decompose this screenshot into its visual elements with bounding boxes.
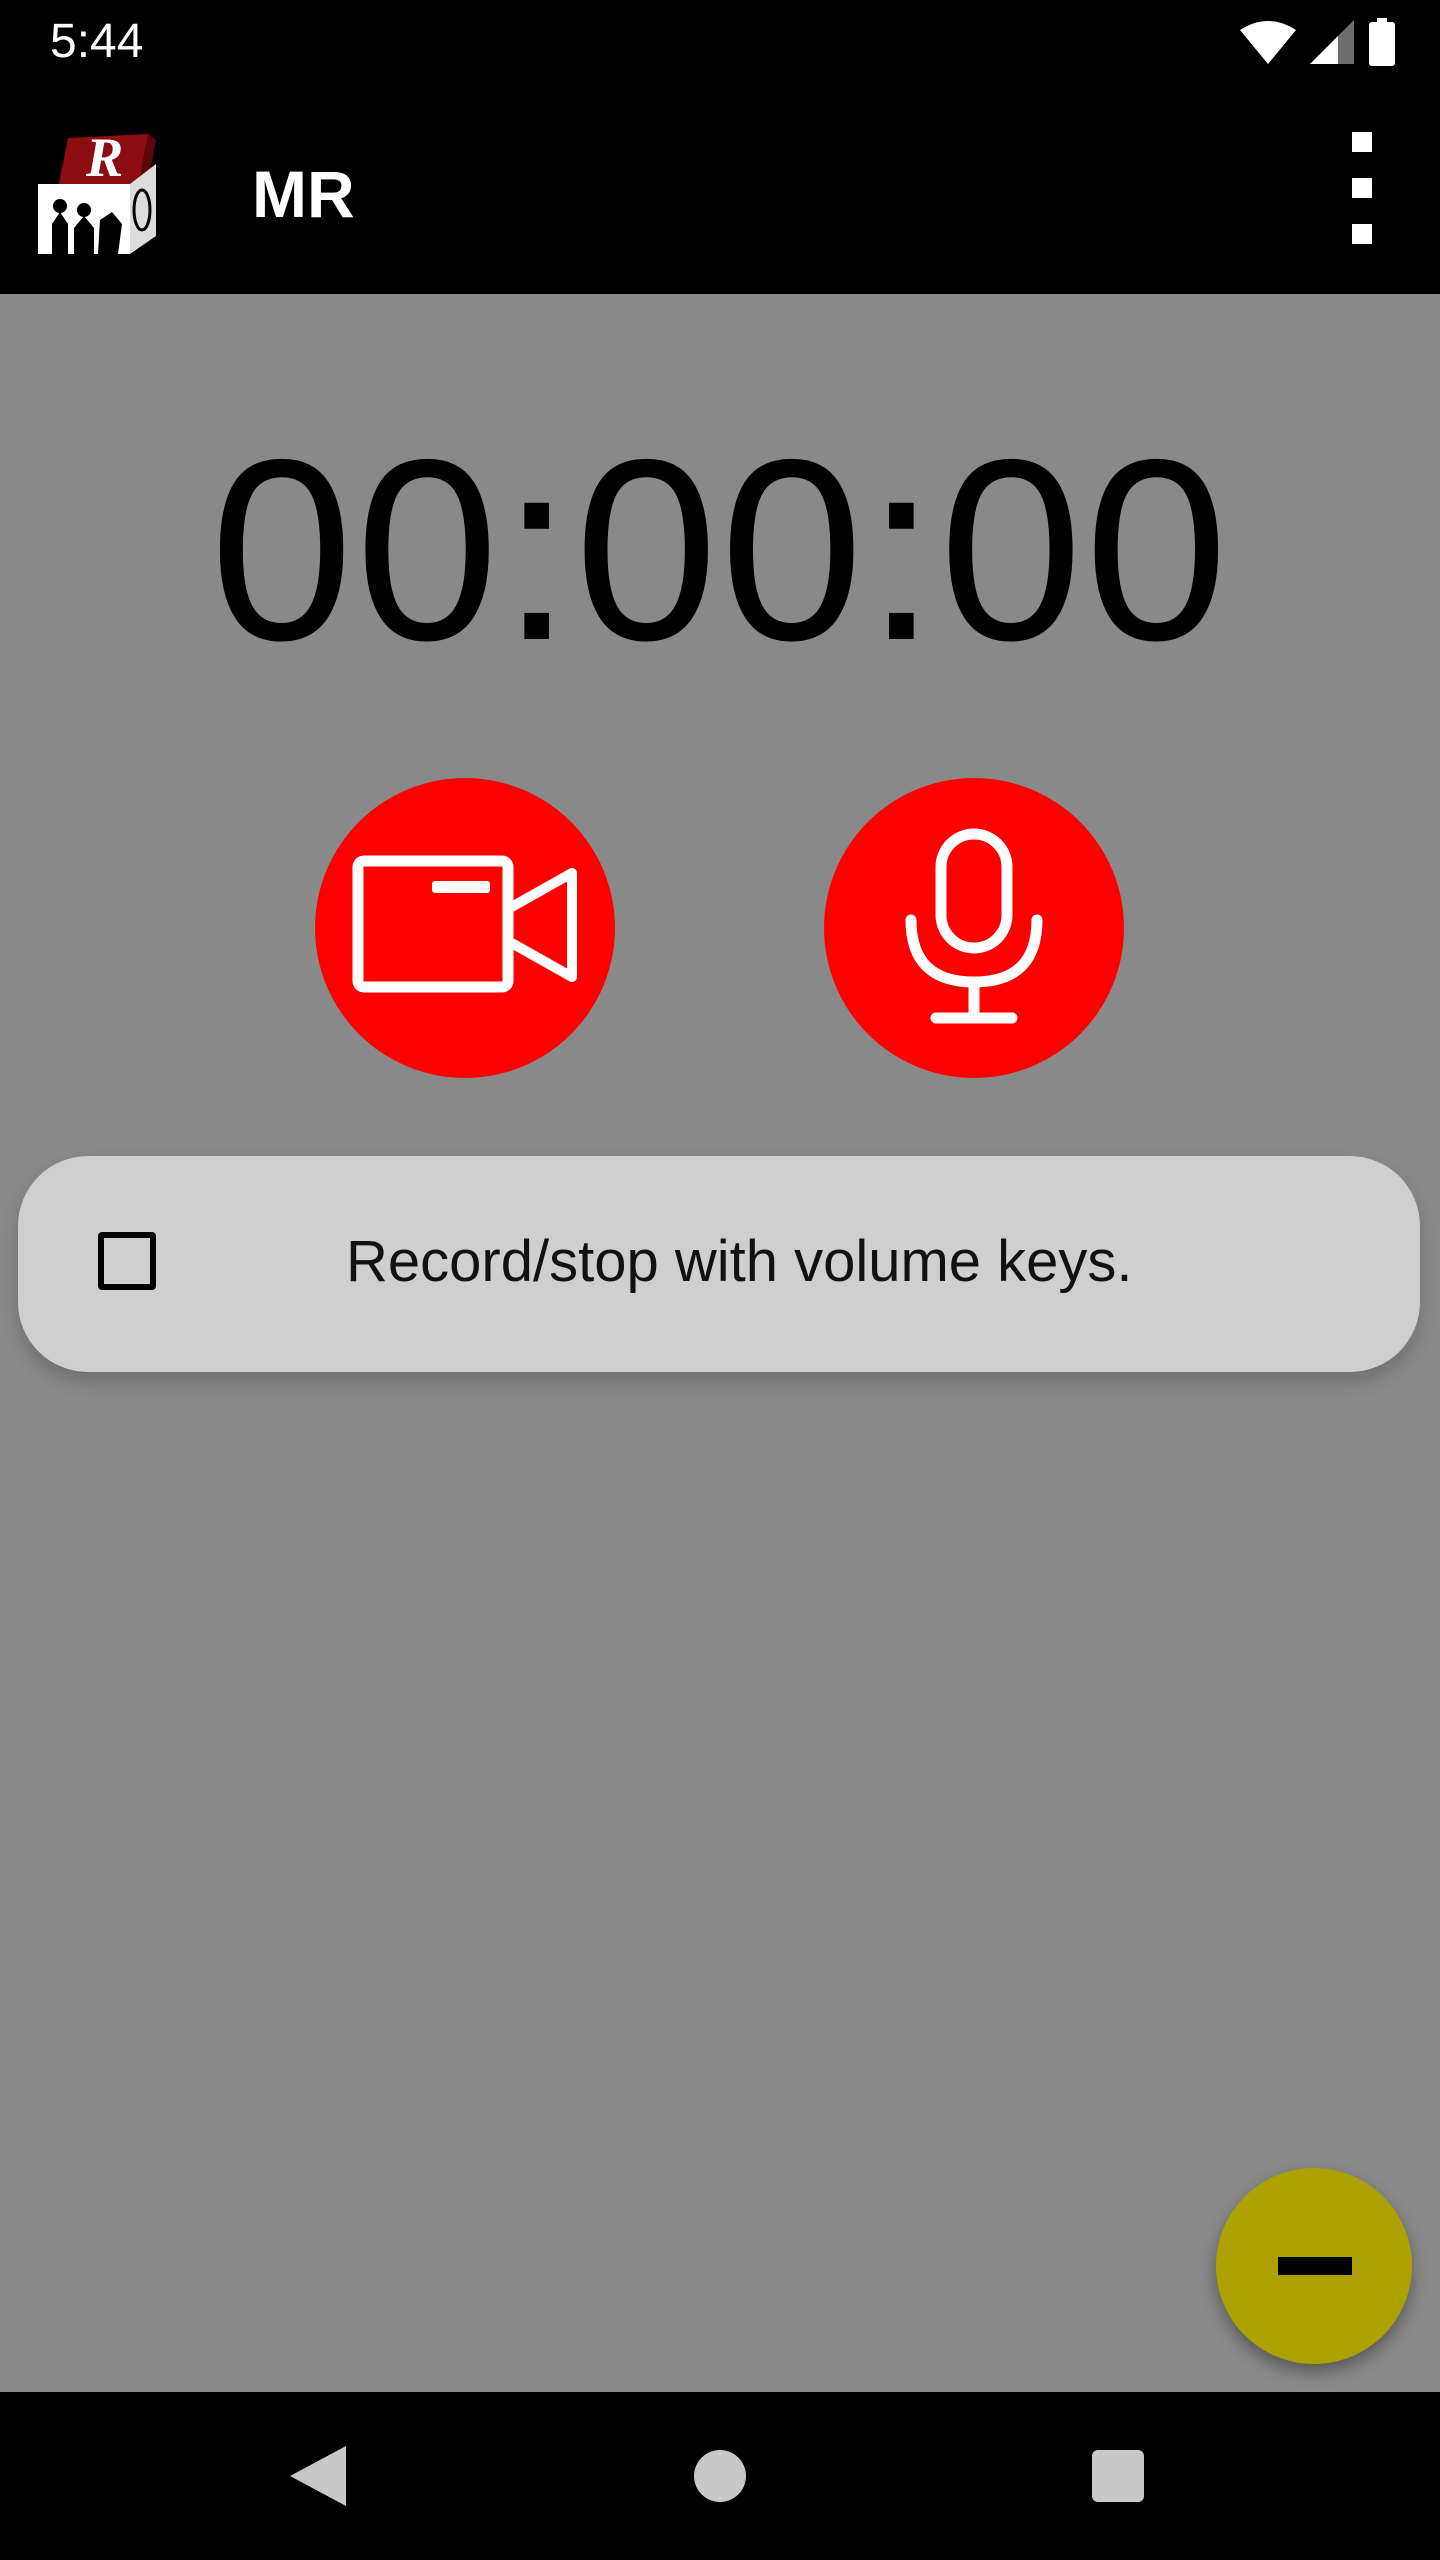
menu-dot	[1352, 178, 1372, 198]
app-bar: R MR	[0, 84, 1440, 294]
wifi-icon	[1240, 21, 1296, 64]
back-icon[interactable]	[290, 2446, 346, 2506]
status-time: 5:44	[50, 15, 144, 68]
videocam-icon	[352, 855, 577, 993]
volume-keys-checkbox[interactable]	[98, 1232, 156, 1290]
home-icon[interactable]	[694, 2450, 746, 2502]
app-logo: R	[38, 128, 156, 254]
recents-icon[interactable]	[1092, 2450, 1144, 2502]
battery-icon	[1369, 18, 1395, 66]
menu-dot	[1352, 132, 1372, 152]
video-record-button[interactable]	[315, 778, 615, 1078]
status-bar: 5:44	[0, 0, 1440, 84]
mic-icon	[905, 828, 1043, 1024]
minus-icon	[1278, 2257, 1352, 2275]
app-title: MR	[252, 157, 355, 231]
system-nav-bar	[0, 2392, 1440, 2560]
minimize-fab[interactable]	[1216, 2168, 1412, 2364]
elapsed-timer: 00:00:00	[209, 405, 1231, 694]
app-screen: 5:44 R MR 00:00:00 Record/stop with volu…	[0, 0, 1440, 2560]
volume-keys-option[interactable]: Record/stop with volume keys.	[18, 1156, 1420, 1372]
volume-keys-label: Record/stop with volume keys.	[346, 1229, 1133, 1294]
menu-dot	[1352, 224, 1372, 244]
signal-icon	[1310, 20, 1354, 64]
audio-record-button[interactable]	[824, 778, 1124, 1078]
status-icons	[1240, 16, 1396, 68]
more-options-button[interactable]	[1320, 132, 1400, 246]
svg-text:R: R	[85, 128, 123, 189]
